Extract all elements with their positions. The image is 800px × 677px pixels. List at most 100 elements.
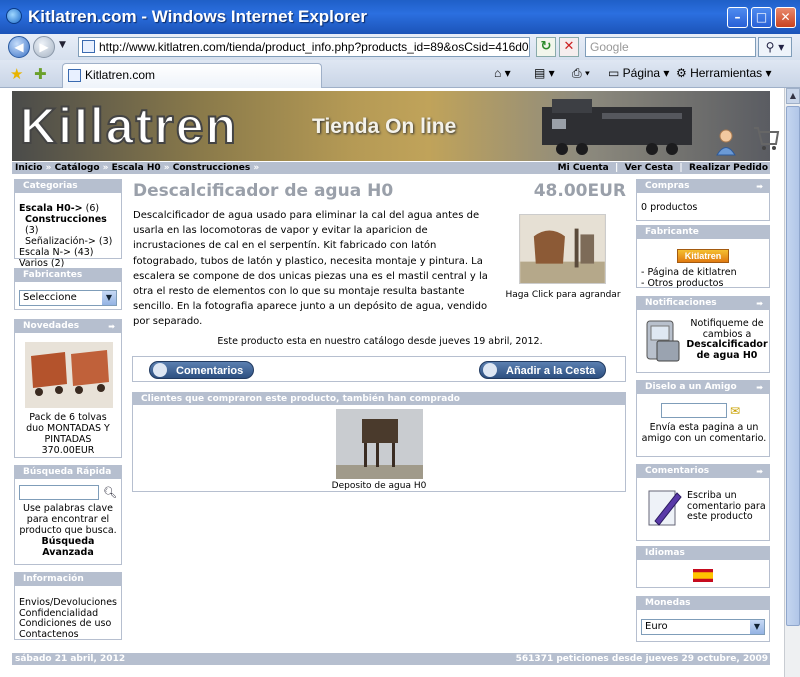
link-realizar-pedido[interactable]: Realizar Pedido <box>689 163 768 173</box>
scroll-up-icon[interactable]: ▲ <box>786 88 800 104</box>
currency-select[interactable]: Euro ▼ <box>641 619 765 635</box>
page-footer: sábado 21 abril, 2012 561371 peticiones … <box>12 653 770 665</box>
tab-kitlatren[interactable]: Kitlatren.com <box>62 63 322 88</box>
write-review-icon[interactable] <box>645 485 685 531</box>
cart-icon <box>483 363 497 377</box>
back-button[interactable]: ◀ <box>8 36 30 58</box>
close-button[interactable]: ✕ <box>775 7 796 28</box>
tools-menu[interactable]: ⚙ Herramientas ▾ <box>676 66 771 80</box>
fabricante-logo[interactable]: Kitlatren <box>677 249 729 263</box>
monedas-title: Monedas <box>637 597 769 610</box>
comment-icon <box>153 363 167 377</box>
forward-button[interactable]: ▶ <box>33 36 55 58</box>
product-image[interactable] <box>519 214 606 284</box>
friend-email-input[interactable] <box>661 403 727 418</box>
crumb-construcciones[interactable]: Construcciones <box>173 163 251 173</box>
fabricante-link-otros[interactable]: Otros productos <box>647 278 723 289</box>
arrow-right-icon[interactable]: ➡ <box>108 320 115 333</box>
product-price: 48.00EUR <box>533 181 626 201</box>
busqueda-text: Use palabras clave para encontrar el pro… <box>19 503 117 536</box>
image-enlarge-caption[interactable]: Haga Click para agrandar <box>499 290 627 300</box>
informacion-title: Información <box>15 573 121 586</box>
compras-box: Compras ➡ 0 productos <box>636 179 770 221</box>
info-contactenos[interactable]: Contactenos <box>19 629 79 640</box>
add-to-cart-button[interactable]: Añadir a la Cesta <box>479 361 607 379</box>
cat-construcciones[interactable]: Construcciones <box>25 214 107 225</box>
novedades-caption[interactable]: Pack de 6 tolvas duo MONTADAS Y PINTADAS <box>19 412 117 445</box>
stop-button[interactable]: ✕ <box>559 37 579 57</box>
favorites-star-icon[interactable]: ★ <box>10 65 23 83</box>
info-confidencialidad[interactable]: Confidencialidad <box>19 608 98 619</box>
cat-count: (43) <box>74 247 94 258</box>
notification-device-icon[interactable] <box>643 317 683 365</box>
link-ver-cesta[interactable]: Ver Cesta <box>625 163 674 173</box>
cat-escala-n[interactable]: Escala N-> <box>19 247 71 258</box>
also-bought-image[interactable] <box>336 409 423 479</box>
product-description: Descalcificador de agua usado para elimi… <box>133 210 488 328</box>
link-mi-cuenta[interactable]: Mi Cuenta <box>558 163 609 173</box>
fabricantes-select[interactable]: Seleccione ▼ <box>19 290 117 306</box>
site-banner: KiIlatren Tienda On line <box>12 91 770 161</box>
product-title: Descalcificador de agua H0 <box>133 181 394 201</box>
shopping-cart-icon[interactable] <box>752 122 780 152</box>
minimize-button[interactable]: – <box>727 7 748 28</box>
account-icon[interactable] <box>715 128 737 156</box>
tab-label: Kitlatren.com <box>85 68 156 82</box>
notificaciones-title: Notificaciones ➡ <box>637 297 769 310</box>
feeds-icon[interactable]: ▤ ▾ <box>534 66 555 80</box>
footer-date: sábado 21 abril, 2012 <box>15 654 126 664</box>
arrow-right-icon[interactable]: ➡ <box>756 381 763 394</box>
crumb-inicio[interactable]: Inicio <box>15 163 42 173</box>
history-dropdown-icon[interactable]: ▼ <box>59 40 66 50</box>
amigo-box: Diselo a un Amigo ➡ ✉ Envía esta pagina a… <box>636 380 770 457</box>
address-url: http://www.kitlatren.com/tienda/product_… <box>99 40 530 54</box>
refresh-button[interactable]: ↻ <box>536 37 556 57</box>
crumb-escala-h0[interactable]: Escala H0 <box>112 163 161 173</box>
notificaciones-text: Notifiqueme de cambios a <box>690 318 764 340</box>
home-icon[interactable]: ⌂ ▾ <box>494 66 511 80</box>
arrow-right-icon[interactable]: ➡ <box>756 297 763 310</box>
scrollbar-thumb[interactable] <box>786 106 800 626</box>
busqueda-avanzada-link[interactable]: Búsqueda Avanzada <box>42 536 95 558</box>
info-condiciones[interactable]: Condiciones de uso <box>19 618 111 629</box>
page-viewport: KiIlatren Tienda On line Inicio » Catálo… <box>0 88 784 677</box>
maximize-button[interactable]: □ <box>751 7 772 28</box>
novedades-box: Novedades ➡ Pack de 6 tolvas duo MONTADAS… <box>14 319 122 458</box>
crumb-catalogo[interactable]: Catálogo <box>55 163 100 173</box>
ie-logo-icon <box>6 8 22 24</box>
address-bar[interactable]: http://www.kitlatren.com/tienda/product_… <box>78 37 530 57</box>
add-favorites-icon[interactable]: ✚ <box>34 65 47 83</box>
novedades-product-image[interactable] <box>25 342 113 408</box>
arrow-right-icon[interactable]: ➡ <box>756 465 763 478</box>
novedades-title: Novedades ➡ <box>15 320 121 333</box>
print-icon[interactable]: ⎙ ▾ <box>572 66 590 81</box>
arrow-right-icon[interactable]: ➡ <box>756 180 763 193</box>
fabricantes-box: Fabricantes Seleccione ▼ <box>14 268 122 310</box>
banner-tagline: Tienda On line <box>312 115 457 138</box>
busqueda-box: Búsqueda Rápida 🔍︎ Use palabras clave pa… <box>14 465 122 565</box>
envelope-icon[interactable]: ✉ <box>730 404 740 418</box>
comentarios-text: Escriba un comentario para este producto <box>687 490 766 522</box>
search-input[interactable]: Google <box>585 37 756 57</box>
locomotive-image <box>542 99 692 155</box>
cat-escala-h0[interactable]: Escala H0-> <box>19 203 83 214</box>
reviews-button[interactable]: Comentarios <box>149 361 255 379</box>
info-envios[interactable]: Envios/Devoluciones <box>19 597 117 608</box>
cat-count: (3) <box>25 225 39 236</box>
also-bought-caption[interactable]: Deposito de agua H0 <box>293 481 465 491</box>
search-icon[interactable]: 🔍︎ <box>103 487 117 498</box>
busqueda-title: Búsqueda Rápida <box>15 466 121 479</box>
site-logo[interactable]: KiIlatren <box>19 97 238 155</box>
quick-search-input[interactable] <box>19 485 100 500</box>
chevron-down-icon: ▼ <box>102 291 116 305</box>
notificaciones-box: Notificaciones ➡ Notifiqueme de cambios a… <box>636 296 770 373</box>
notificaciones-product[interactable]: Descalcificador de agua H0 <box>686 339 767 361</box>
cat-senalizacion[interactable]: Señalización-> <box>25 236 96 247</box>
search-button[interactable]: ⚲ ▾ <box>758 37 792 57</box>
browser-window: Kitlatren.com - Windows Internet Explore… <box>0 0 800 677</box>
comentarios-title: Comentarios ➡ <box>637 465 769 478</box>
spain-flag-icon[interactable] <box>693 569 713 582</box>
fabricante-link-pagina[interactable]: Página de kitlatren <box>647 267 736 278</box>
vertical-scrollbar[interactable]: ▲ <box>784 88 800 677</box>
page-menu[interactable]: ▭ Página ▾ <box>608 66 669 80</box>
